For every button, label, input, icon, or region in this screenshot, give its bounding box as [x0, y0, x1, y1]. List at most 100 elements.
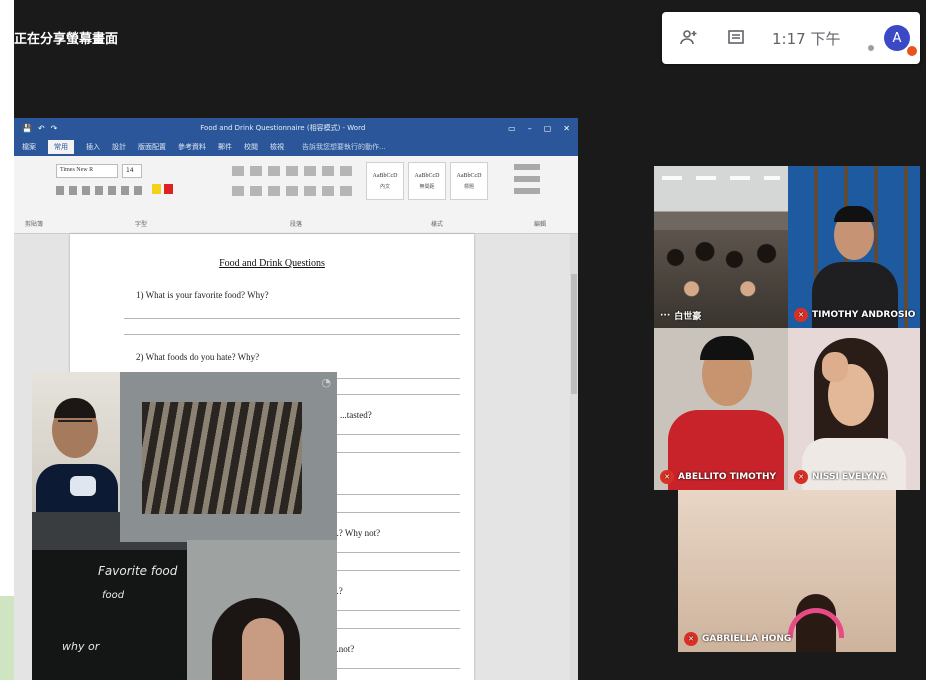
- participant-tile[interactable]: ··· 白世豪: [654, 166, 788, 328]
- line-spacing-icon[interactable]: [304, 186, 316, 196]
- strikethrough-icon[interactable]: [95, 186, 103, 195]
- group-label-editing: 編輯: [533, 221, 546, 228]
- justify-icon[interactable]: [286, 186, 298, 196]
- redo-icon[interactable]: ↷: [51, 124, 58, 133]
- people-icon[interactable]: [678, 26, 702, 50]
- tab-view[interactable]: 檢視: [270, 142, 284, 152]
- board-text: food: [102, 590, 125, 601]
- tab-mailings[interactable]: 郵件: [218, 142, 232, 152]
- style-no-spacing[interactable]: AaBbCcD 無間距: [408, 162, 446, 200]
- document-scrollbar[interactable]: [570, 234, 578, 680]
- decrease-indent-icon[interactable]: [286, 166, 298, 176]
- participant-name-text: ABELLITO TIMOTHY: [678, 472, 776, 482]
- participant-tile[interactable]: ✕ TIMOTHY ANDROSIO: [788, 166, 920, 328]
- font-name-box[interactable]: Times New R: [56, 164, 118, 178]
- quick-access-toolbar: 💾 ↶ ↷: [22, 124, 57, 133]
- board-text: why or: [62, 640, 100, 653]
- participant-hand: [822, 352, 848, 382]
- account-avatar[interactable]: A: [868, 25, 918, 57]
- group-label-styles: 樣式: [430, 221, 443, 228]
- minimize-icon[interactable]: –: [528, 124, 532, 133]
- save-icon[interactable]: 💾: [22, 124, 32, 133]
- participant-name: ✕ ABELLITO TIMOTHY: [660, 470, 776, 484]
- style-sample: AaBbCcD: [414, 172, 440, 179]
- word-window-title: Food and Drink Questionnaire (相容模式) - Wo…: [200, 124, 366, 132]
- question-4-fragment: ...? Why not?: [332, 528, 381, 538]
- borders-icon[interactable]: [340, 186, 352, 196]
- camera-options-icon[interactable]: ◔: [321, 376, 331, 389]
- increase-indent-icon[interactable]: [304, 166, 316, 176]
- bold-icon[interactable]: [56, 186, 64, 195]
- show-marks-icon[interactable]: [340, 166, 352, 176]
- tab-review[interactable]: 校閱: [244, 142, 258, 152]
- group-label-paragraph: 段落: [289, 221, 302, 228]
- paragraph-buttons-row1: [232, 166, 352, 176]
- blackboard: Favorite food food why or: [32, 550, 187, 680]
- word-titlebar: 💾 ↶ ↷ Food and Drink Questionnaire (相容模式…: [14, 118, 578, 138]
- meet-top-bar: 1:17 下午 A: [662, 12, 920, 64]
- tab-file[interactable]: 檔案: [22, 142, 36, 152]
- sort-icon[interactable]: [322, 166, 334, 176]
- document-title: Food and Drink Questions: [219, 258, 325, 269]
- participant-name-text: GABRIELLA HONG: [702, 634, 792, 644]
- editing-buttons: [514, 164, 540, 194]
- tab-home[interactable]: 常用: [48, 140, 74, 154]
- self-view-pip[interactable]: [32, 372, 120, 512]
- scroll-thumb[interactable]: [571, 274, 577, 394]
- align-right-icon[interactable]: [268, 186, 280, 196]
- font-size-box[interactable]: 14: [122, 164, 142, 178]
- close-icon[interactable]: ✕: [563, 124, 570, 133]
- style-normal[interactable]: AaBbCcD 內文: [366, 162, 404, 200]
- tab-references[interactable]: 參考資料: [178, 142, 206, 152]
- answer-line: [124, 334, 460, 335]
- status-dot: [868, 45, 874, 51]
- align-left-icon[interactable]: [232, 186, 244, 196]
- underline-icon[interactable]: [82, 186, 90, 195]
- participant-name: ··· 白世豪: [660, 309, 702, 323]
- shading-icon[interactable]: [322, 186, 334, 196]
- ribbon-display-icon[interactable]: ▭: [508, 124, 516, 133]
- bullets-icon[interactable]: [232, 166, 244, 176]
- participant-name-text: TIMOTHY ANDROSIO: [812, 310, 916, 320]
- tab-insert[interactable]: 插入: [86, 142, 100, 152]
- participant-tile[interactable]: ✕ GABRIELLA HONG: [678, 490, 896, 652]
- style-label: 無間距: [419, 183, 435, 190]
- teacher-face: [242, 618, 284, 680]
- tab-layout[interactable]: 版面配置: [138, 142, 166, 152]
- text-effects-icon[interactable]: [134, 186, 142, 195]
- paragraph-buttons-row2: [232, 186, 352, 196]
- question-1: 1) What is your favorite food? Why?: [136, 290, 269, 300]
- style-heading[interactable]: AaBbCcD 標題: [450, 162, 488, 200]
- multilevel-list-icon[interactable]: [268, 166, 280, 176]
- teacher-camera-overlay[interactable]: Favorite food food why or ◔: [32, 372, 337, 680]
- ribbon-home: Times New R 14 AaBbCcD 內文 AaBbCcD 無間距 Aa…: [14, 156, 578, 234]
- notification-badge: [906, 45, 918, 57]
- highlight-color-icon[interactable]: [152, 184, 161, 194]
- align-center-icon[interactable]: [250, 186, 262, 196]
- superscript-icon[interactable]: [121, 186, 129, 195]
- participant-tile[interactable]: ✕ NISSI EVELYNA: [788, 328, 920, 490]
- font-color-icon[interactable]: [164, 184, 173, 194]
- numbering-icon[interactable]: [250, 166, 262, 176]
- find-icon[interactable]: [514, 164, 540, 170]
- question-3-fragment: ...tasted?: [340, 410, 372, 420]
- undo-icon[interactable]: ↶: [38, 124, 45, 133]
- styles-gallery: AaBbCcD 內文 AaBbCcD 無間距 AaBbCcD 標題: [366, 162, 488, 200]
- subscript-icon[interactable]: [108, 186, 116, 195]
- ribbon-tabs: 檔案 常用 插入 設計 版面配置 參考資料 郵件 校閱 檢視 告訴我您想要執行的…: [14, 138, 578, 156]
- participant-tile[interactable]: ✕ ABELLITO TIMOTHY: [654, 328, 788, 490]
- chat-icon[interactable]: [724, 26, 748, 50]
- select-icon[interactable]: [514, 188, 540, 194]
- participant-name: ✕ TIMOTHY ANDROSIO: [794, 308, 915, 322]
- italic-icon[interactable]: [69, 186, 77, 195]
- tab-design[interactable]: 設計: [112, 142, 126, 152]
- window-controls: ▭ – ▢ ✕: [508, 124, 570, 133]
- replace-icon[interactable]: [514, 176, 540, 182]
- style-label: 標題: [463, 183, 474, 190]
- participant-name-text: 白世豪: [674, 312, 702, 322]
- tell-me-search[interactable]: 告訴我您想要執行的動作...: [302, 142, 386, 152]
- maximize-icon[interactable]: ▢: [544, 124, 552, 133]
- more-icon: ···: [660, 310, 671, 321]
- participant-hair: [700, 336, 754, 360]
- style-sample: AaBbCcD: [456, 172, 482, 179]
